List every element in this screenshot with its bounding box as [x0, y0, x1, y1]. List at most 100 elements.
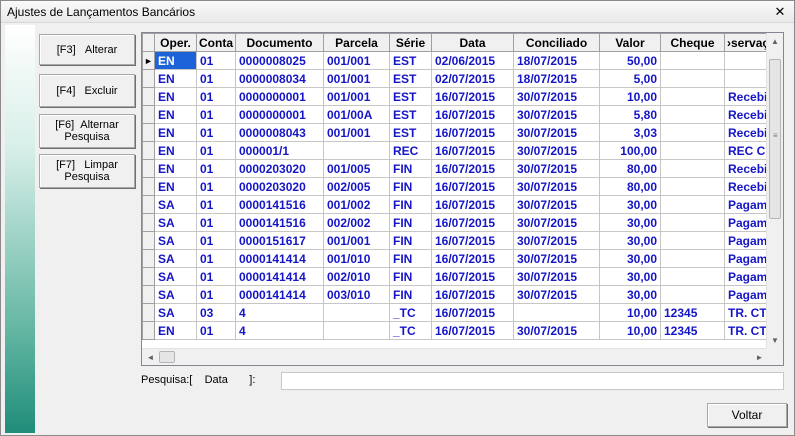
cell-parcela[interactable]: 002/002	[323, 213, 390, 232]
cell-oper[interactable]: EN	[154, 321, 197, 340]
cell-observacao[interactable]: Recebi	[724, 177, 768, 196]
cell-observacao[interactable]: Recebi	[724, 105, 768, 124]
header-conta[interactable]: Conta	[196, 33, 236, 52]
cell-cheque[interactable]	[660, 213, 725, 232]
cell-cheque[interactable]	[660, 231, 725, 250]
cell-serie[interactable]: FIN	[389, 231, 432, 250]
cell-documento[interactable]: 0000008025	[235, 51, 324, 70]
cell-conta[interactable]: 01	[196, 285, 236, 304]
horizontal-scrollbar[interactable]: ◄ ►	[142, 348, 768, 365]
excluir-button[interactable]: [F4] Excluir	[39, 74, 135, 107]
cell-cheque[interactable]	[660, 123, 725, 142]
cell-cheque[interactable]	[660, 105, 725, 124]
cell-conta[interactable]: 01	[196, 267, 236, 286]
cell-documento[interactable]: 0000141516	[235, 195, 324, 214]
header-parcela[interactable]: Parcela	[323, 33, 390, 52]
cell-parcela[interactable]	[323, 303, 390, 322]
horizontal-scroll-thumb[interactable]	[159, 351, 175, 363]
cell-cheque[interactable]	[660, 69, 725, 88]
cell-conta[interactable]: 01	[196, 123, 236, 142]
cell-cheque[interactable]	[660, 51, 725, 70]
cell-valor[interactable]: 30,00	[599, 231, 661, 250]
cell-conciliado[interactable]: 18/07/2015	[513, 51, 600, 70]
cell-valor[interactable]: 100,00	[599, 141, 661, 160]
cell-conciliado[interactable]: 30/07/2015	[513, 249, 600, 268]
cell-documento[interactable]: 4	[235, 303, 324, 322]
table-row[interactable]: SA 01 0000151617 001/001 FIN 16/07/2015 30/07/…	[142, 231, 768, 250]
cell-serie[interactable]: EST	[389, 105, 432, 124]
cell-data[interactable]: 16/07/2015	[431, 195, 514, 214]
cell-serie[interactable]: FIN	[389, 195, 432, 214]
cell-oper[interactable]: EN	[154, 87, 197, 106]
header-documento[interactable]: Documento	[235, 33, 324, 52]
cell-serie[interactable]: FIN	[389, 285, 432, 304]
cell-conta[interactable]: 01	[196, 213, 236, 232]
table-row[interactable]: EN 01 0000000001 001/00A EST 16/07/2015 30/07/…	[142, 105, 768, 124]
cell-observacao[interactable]: Pagam	[724, 213, 768, 232]
cell-observacao[interactable]: Pagam	[724, 231, 768, 250]
cell-observacao[interactable]: Recebi	[724, 159, 768, 178]
cell-parcela[interactable]: 001/001	[323, 123, 390, 142]
cell-cheque[interactable]	[660, 249, 725, 268]
cell-serie[interactable]: FIN	[389, 159, 432, 178]
cell-valor[interactable]: 3,03	[599, 123, 661, 142]
cell-valor[interactable]: 30,00	[599, 249, 661, 268]
cell-conta[interactable]: 01	[196, 195, 236, 214]
cell-oper[interactable]: SA	[154, 267, 197, 286]
scroll-up-icon[interactable]: ▲	[767, 33, 783, 50]
cell-conciliado[interactable]: 30/07/2015	[513, 267, 600, 286]
cell-conciliado[interactable]: 30/07/2015	[513, 141, 600, 160]
cell-serie[interactable]: EST	[389, 123, 432, 142]
cell-conta[interactable]: 01	[196, 105, 236, 124]
cell-cheque[interactable]	[660, 285, 725, 304]
close-icon[interactable]: ✕	[772, 4, 788, 20]
cell-serie[interactable]: _TC	[389, 303, 432, 322]
cell-conta[interactable]: 01	[196, 141, 236, 160]
cell-documento[interactable]: 000001/1	[235, 141, 324, 160]
cell-serie[interactable]: REC	[389, 141, 432, 160]
lancamentos-grid[interactable]: Oper. Conta Documento Parcela Série Data…	[141, 32, 784, 366]
cell-conta[interactable]: 01	[196, 231, 236, 250]
cell-oper[interactable]: SA	[154, 285, 197, 304]
cell-oper[interactable]: EN	[154, 141, 197, 160]
cell-conciliado[interactable]: 30/07/2015	[513, 321, 600, 340]
cell-observacao[interactable]: Pagam	[724, 267, 768, 286]
cell-observacao[interactable]: Pagam	[724, 285, 768, 304]
cell-observacao[interactable]	[724, 51, 768, 70]
cell-parcela[interactable]: 001/00A	[323, 105, 390, 124]
cell-serie[interactable]: EST	[389, 87, 432, 106]
cell-valor[interactable]: 10,00	[599, 87, 661, 106]
vertical-scrollbar[interactable]: ▲ ≡ ▼	[766, 33, 783, 349]
cell-parcela[interactable]: 001/001	[323, 231, 390, 250]
cell-cheque[interactable]	[660, 87, 725, 106]
cell-data[interactable]: 16/07/2015	[431, 159, 514, 178]
cell-conta[interactable]: 01	[196, 69, 236, 88]
cell-cheque[interactable]: 12345	[660, 303, 725, 322]
header-cheque[interactable]: Cheque	[660, 33, 725, 52]
header-observacao[interactable]: ›servaçã	[724, 33, 768, 52]
cell-documento[interactable]: 0000008043	[235, 123, 324, 142]
cell-documento[interactable]: 0000000001	[235, 87, 324, 106]
cell-conta[interactable]: 03	[196, 303, 236, 322]
cell-conciliado[interactable]: 30/07/2015	[513, 105, 600, 124]
cell-parcela[interactable]: 001/001	[323, 51, 390, 70]
table-row[interactable]: SA 03 4 _TC 16/07/2015 10,00 12345 TR. CT	[142, 303, 768, 322]
cell-valor[interactable]: 5,80	[599, 105, 661, 124]
cell-cheque[interactable]: 12345	[660, 321, 725, 340]
cell-observacao[interactable]: Recebi	[724, 87, 768, 106]
cell-cheque[interactable]	[660, 195, 725, 214]
cell-oper[interactable]: EN	[154, 159, 197, 178]
cell-data[interactable]: 16/07/2015	[431, 123, 514, 142]
table-row[interactable]: EN 01 4 _TC 16/07/2015 30/07/2015 10,00 12345 TR…	[142, 321, 768, 340]
scroll-left-icon[interactable]: ◄	[142, 349, 159, 365]
table-row[interactable]: EN 01 0000203020 002/005 FIN 16/07/2015 30/07/…	[142, 177, 768, 196]
cell-data[interactable]: 16/07/2015	[431, 231, 514, 250]
cell-data[interactable]: 16/07/2015	[431, 177, 514, 196]
header-serie[interactable]: Série	[389, 33, 432, 52]
cell-valor[interactable]: 50,00	[599, 51, 661, 70]
table-row[interactable]: EN 01 0000000001 001/001 EST 16/07/2015 30/07/…	[142, 87, 768, 106]
cell-parcela[interactable]: 002/005	[323, 177, 390, 196]
limpar-pesquisa-button[interactable]: [F7] Limpar Pesquisa	[39, 154, 135, 188]
cell-valor[interactable]: 30,00	[599, 195, 661, 214]
cell-valor[interactable]: 10,00	[599, 321, 661, 340]
